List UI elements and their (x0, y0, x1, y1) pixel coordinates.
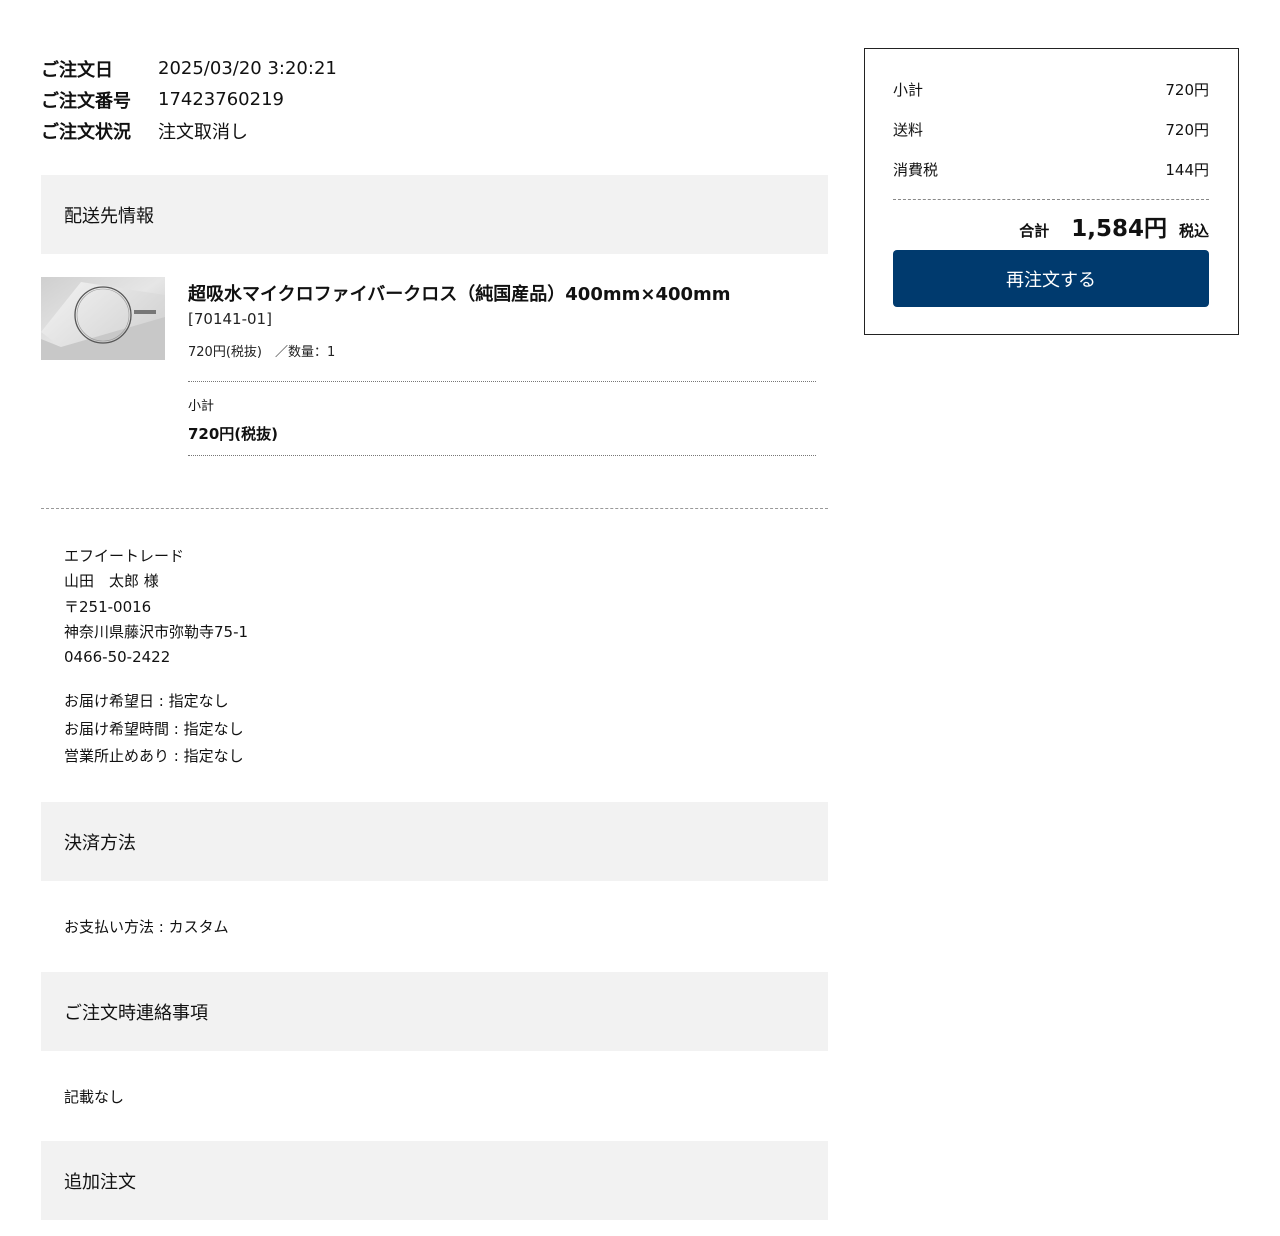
shipping-address: エフイートレード 山田 太郎 様 〒251-0016 神奈川県藤沢市弥勒寺75-… (64, 544, 248, 670)
delivery-date: お届け希望日 : 指定なし (64, 692, 229, 710)
section-divider (41, 508, 828, 509)
product-subtotal-label: 小計 (188, 399, 215, 414)
summary-subtotal-value: 720円 (1165, 81, 1209, 99)
order-date-value: 2025/03/20 3:20:21 (158, 58, 337, 79)
order-summary-box: 小計 720円 送料 720円 消費税 144円 合計 1,584円 税込 再注… (864, 48, 1239, 335)
business-holiday: 営業所止めあり : 指定なし (64, 747, 244, 766)
payment-method-value: お支払い方法 : カスタム (64, 918, 229, 936)
order-date-label: ご注文日 (41, 59, 113, 81)
summary-divider (893, 199, 1209, 200)
summary-shipping-value: 720円 (1165, 121, 1209, 139)
address-zip: 〒251-0016 (64, 597, 152, 616)
product-code: [70141-01] (188, 310, 272, 328)
summary-total-row: 合計 1,584円 税込 (893, 209, 1209, 243)
order-date-row: ご注文日 2025/03/20 3:20:21 (41, 53, 337, 84)
order-number-label: ご注文番号 (41, 90, 131, 112)
additional-order-header: 追加注文 (41, 1141, 828, 1220)
summary-tax-label: 消費税 (893, 161, 939, 179)
product-subtotal-value: 720円(税抜) (188, 425, 279, 443)
summary-tax-value: 144円 (1165, 161, 1209, 179)
summary-shipping-row: 送料 720円 (893, 119, 1209, 140)
order-status-label: ご注文状況 (41, 121, 131, 143)
order-status-value: 注文取消し (158, 121, 248, 143)
order-notes-header: ご注文時連絡事項 (41, 972, 828, 1051)
order-number-value: 17423760219 (158, 89, 284, 110)
address-street: 神奈川県藤沢市弥勒寺75-1 (64, 622, 249, 641)
shipping-info-header: 配送先情報 (41, 175, 828, 254)
product-price-quantity: 720円(税抜) ／数量：1 (188, 345, 336, 360)
order-number-row: ご注文番号 17423760219 (41, 84, 337, 115)
address-phone: 0466-50-2422 (64, 648, 171, 667)
summary-total-value: 1,584円 (1071, 216, 1167, 242)
address-company: エフイートレード (64, 547, 185, 565)
divider (188, 455, 816, 456)
divider (188, 381, 816, 382)
product-image (41, 277, 165, 360)
delivery-time: お届け希望時間 : 指定なし (64, 719, 244, 738)
product-thumbnail[interactable] (41, 277, 165, 360)
delivery-preferences: お届け希望日 : 指定なし お届け希望時間 : 指定なし 営業所止めあり : 指… (64, 688, 244, 771)
reorder-button[interactable]: 再注文する (893, 250, 1209, 307)
address-name: 山田 太郎 様 (64, 572, 159, 591)
summary-subtotal-label: 小計 (893, 81, 924, 99)
order-status-row: ご注文状況 注文取消し (41, 115, 337, 146)
summary-shipping-label: 送料 (893, 121, 924, 139)
payment-method-header: 決済方法 (41, 802, 828, 881)
summary-total-label: 合計 (1019, 222, 1050, 240)
summary-subtotal-row: 小計 720円 (893, 79, 1209, 100)
summary-tax-row: 消費税 144円 (893, 159, 1209, 180)
order-notes-value: 記載なし (64, 1088, 125, 1106)
summary-total-tax-note: 税込 (1178, 222, 1209, 240)
order-meta: ご注文日 2025/03/20 3:20:21 ご注文番号 1742376021… (41, 53, 337, 146)
product-name[interactable]: 超吸水マイクロファイバークロス（純国産品）400mm×400mm (188, 280, 731, 306)
